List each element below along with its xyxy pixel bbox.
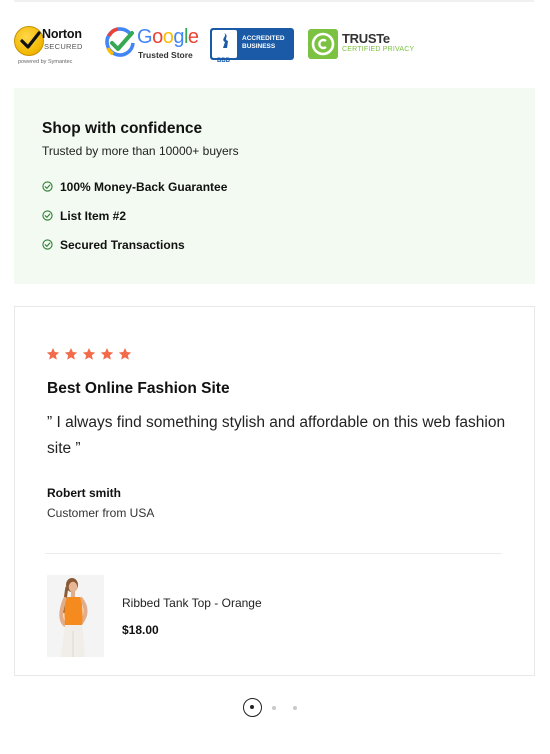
review-quote: ” I always find something stylish and af…: [47, 414, 506, 457]
norton-brand: Norton: [42, 27, 82, 41]
confidence-item-label: Secured Transactions: [60, 238, 185, 252]
review-card: Best Online Fashion Site ” I always find…: [14, 306, 535, 676]
confidence-list-item: 100% Money-Back Guarantee: [42, 180, 227, 209]
norton-secured-badge[interactable]: Norton SECURED powered by Symantec: [14, 22, 94, 68]
review-title: Best Online Fashion Site: [47, 380, 230, 397]
google-letter: o: [162, 26, 174, 48]
google-trusted-label: Trusted Store: [138, 50, 193, 60]
google-wordmark: Google: [137, 26, 199, 49]
carousel-pagination: [243, 698, 303, 718]
product-photo-icon: [47, 575, 104, 657]
bbb-line-2: BUSINESS: [242, 43, 276, 50]
star-icon: [82, 348, 96, 360]
confidence-list-item: List Item #2: [42, 209, 227, 238]
confidence-title: Shop with confidence: [42, 120, 203, 137]
review-divider: [45, 553, 502, 554]
bbb-label: BBB: [217, 58, 230, 64]
truste-cert-label: CERTIFIED PRIVACY: [342, 46, 415, 53]
review-author-location: Customer from USA: [47, 506, 155, 520]
google-letter: o: [152, 26, 163, 48]
product-price: $18.00: [122, 623, 159, 637]
bbb-accredited-badge[interactable]: BBB ACCREDITED BUSINESS: [210, 22, 294, 68]
norton-powered-label: powered by Symantec: [18, 59, 73, 65]
pagination-dot-1[interactable]: [243, 698, 262, 717]
pagination-dot-3[interactable]: [293, 706, 297, 710]
bbb-line-1: ACCREDITED: [242, 35, 285, 42]
norton-secured-label: SECURED: [44, 42, 83, 51]
google-letter: g: [173, 26, 184, 48]
star-icon: [118, 348, 132, 360]
confidence-item-label: 100% Money-Back Guarantee: [60, 180, 228, 194]
review-author: Robert smith: [47, 486, 122, 500]
product-name-link[interactable]: Ribbed Tank Top - Orange: [122, 596, 262, 610]
top-divider: [14, 0, 534, 2]
star-rating: [46, 347, 132, 361]
star-icon: [46, 348, 60, 360]
trust-badges: Norton SECURED powered by Symantec Googl…: [14, 22, 434, 68]
product-image[interactable]: [47, 575, 104, 657]
bbb-torch-icon: BBB: [212, 30, 237, 64]
star-icon: [100, 348, 114, 360]
google-letter: e: [187, 26, 199, 48]
truste-logo-icon: [308, 29, 338, 59]
confidence-panel: Shop with confidence Trusted by more tha…: [14, 88, 535, 284]
confidence-item-label: List Item #2: [60, 209, 127, 223]
check-circle-icon: [42, 210, 53, 221]
pagination-dot-2[interactable]: [272, 706, 276, 710]
confidence-list-item: Secured Transactions: [42, 238, 227, 267]
bbb-accredited-text: ACCREDITED BUSINESS: [242, 35, 285, 51]
google-letter: G: [137, 26, 153, 48]
check-circle-icon: [42, 181, 53, 192]
google-check-icon: [105, 27, 135, 57]
truste-badge[interactable]: TRUSTe CERTIFIED PRIVACY: [308, 22, 428, 68]
confidence-subtitle: Trusted by more than 10000+ buyers: [42, 144, 239, 158]
norton-check-icon: [14, 26, 44, 56]
truste-name: TRUSTe: [342, 31, 390, 46]
star-icon: [64, 348, 78, 360]
check-circle-icon: [42, 239, 53, 250]
confidence-list: 100% Money-Back Guarantee List Item #2 S…: [42, 180, 227, 267]
google-trusted-store-badge[interactable]: Google Trusted Store: [104, 22, 204, 68]
